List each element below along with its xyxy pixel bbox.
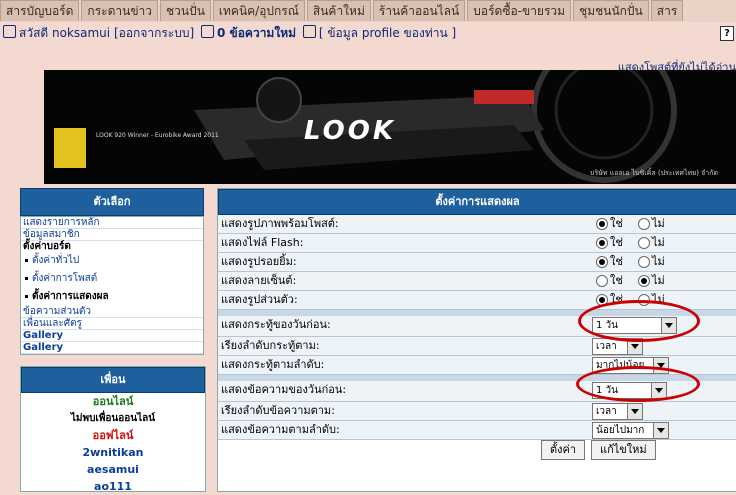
chevron-down-icon (627, 404, 642, 419)
sidebar-item-private-messages[interactable]: ข้อความส่วนตัว (21, 306, 203, 318)
sidebar-title: ตัวเลือก (20, 188, 204, 216)
radio-no[interactable] (638, 237, 650, 249)
tab-tech-equipment[interactable]: เทคนิค/อุปกรณ์ (212, 0, 305, 21)
sidebar-item-posting[interactable]: ตั้งค่าการโพสต์ (21, 270, 203, 288)
setting-row: แสดงไฟล์ Flash: ใช่ ไม่ (218, 234, 736, 253)
setting-label: แสดงข้อความของวันก่อน: (221, 383, 347, 396)
chevron-down-icon (653, 423, 668, 438)
logout-link[interactable]: [ออกจากระบบ] (114, 26, 194, 40)
annotation-circle (578, 300, 700, 342)
tab-news[interactable]: กระดานข่าว (81, 0, 158, 21)
setting-row: แสดงข้อความตามลำดับ: น้อยไปมาก (218, 421, 736, 440)
select-value: เวลา (596, 406, 617, 417)
tab-online-shops[interactable]: ร้านค้าออนไลน์ (372, 0, 466, 21)
radio-yes[interactable] (596, 218, 608, 230)
bullet-icon (25, 258, 28, 262)
user-icon (3, 25, 16, 38)
setting-label: แสดงกระทู้ของวันก่อน: (221, 318, 331, 331)
friends-panel: เพื่อน ออนไลน์ ไม่พบเพื่อนออนไลน์ ออฟไลน… (20, 366, 206, 495)
sidebar-item-member-info[interactable]: ข้อมูลสมาชิก (21, 229, 203, 241)
sidebar-item-label: ตั้งค่าการโพสต์ (32, 273, 98, 284)
post-order-select[interactable]: น้อยไปมาก (592, 422, 669, 439)
sidebar-item-label: ตั้งค่าการแสดงผล (32, 291, 109, 302)
setting-label: แสดงรูปภาพพร้อมโพสต์: (221, 217, 339, 230)
radio-no-label: ไม่ (652, 236, 665, 249)
submit-button[interactable]: ตั้งค่า (541, 440, 586, 460)
setting-label: แสดงกระทู้ตามลำดับ: (221, 358, 325, 371)
setting-row: แสดงรูปรอยยิ้ม: ใช่ ไม่ (218, 253, 736, 272)
radio-no[interactable] (638, 256, 650, 268)
setting-label: แสดงรูปส่วนตัว: (221, 293, 298, 306)
no-friends-online: ไม่พบเพื่อนออนไลน์ (70, 413, 156, 424)
sidebar-item-label: ตั้งค่าทั่วไป (32, 255, 80, 266)
setting-label: แสดงลายเซ็นต์: (221, 274, 297, 287)
setting-row: แสดงรูปภาพพร้อมโพสต์: ใช่ ไม่ (218, 215, 736, 234)
tab-community[interactable]: ชุมชนนักปั่น (573, 0, 649, 21)
options-sidebar: ตัวเลือก แสดงรายการหลัก ข้อมูลสมาชิก ตั้… (20, 188, 204, 355)
bullet-icon (25, 294, 28, 298)
select-value: น้อยไปมาก (596, 425, 645, 436)
friend-link[interactable]: 2wnitikan (21, 444, 205, 461)
tab-ride-invite[interactable]: ชวนปั่น (160, 0, 211, 21)
friend-link[interactable]: aesamui (21, 461, 205, 478)
friend-link[interactable]: ao111 (21, 478, 205, 495)
radio-yes[interactable] (596, 275, 608, 287)
setting-label: เรียงลำดับกระทู้ตาม: (221, 339, 320, 352)
sidebar-item-display[interactable]: ตั้งค่าการแสดงผล (21, 288, 203, 306)
main-nav-tabs: สารบัญบอร์ด กระดานข่าว ชวนปั่น เทคนิค/อุปกร… (0, 0, 736, 22)
radio-yes-label: ใช่ (610, 255, 623, 268)
sidebar-item-gallery[interactable]: Gallery (21, 330, 203, 342)
greeting-text: สวัสดี noksamui (19, 26, 111, 40)
setting-label: แสดงไฟล์ Flash: (221, 236, 304, 249)
post-sort-select[interactable]: เวลา (592, 403, 643, 420)
sidebar-item-main-list[interactable]: แสดงรายการหลัก (21, 217, 203, 229)
radio-yes[interactable] (596, 237, 608, 249)
radio-yes-label: ใช่ (610, 274, 623, 287)
sidebar-item-gallery-2[interactable]: Gallery (21, 342, 203, 354)
bullet-icon (25, 276, 28, 280)
panel-title: ตั้งค่าการแสดงผล (218, 189, 736, 215)
tab-new-products[interactable]: สินค้าใหม่ (306, 0, 371, 21)
radio-yes[interactable] (596, 256, 608, 268)
select-value: เวลา (596, 341, 617, 352)
radio-yes-label: ใช่ (610, 217, 623, 230)
radio-no[interactable] (638, 275, 650, 287)
sidebar-board-settings: ตั้งค่าบอร์ด (23, 241, 71, 252)
annotation-circle (576, 366, 700, 402)
profile-icon (302, 25, 316, 38)
user-bar: สวัสดี noksamui [ออกจากระบบ] 0 ข้อความให… (0, 24, 736, 42)
setting-row: เรียงลำดับข้อความตาม: เวลา (218, 402, 736, 421)
tab-marketplace[interactable]: บอร์ดซื้อ-ขายรวม (467, 0, 572, 21)
radio-no-label: ไม่ (652, 255, 665, 268)
profile-link[interactable]: [ ข้อมูล profile ของท่าน ] (319, 26, 456, 40)
setting-label: แสดงรูปรอยยิ้ม: (221, 255, 297, 268)
tab-board-index[interactable]: สารบัญบอร์ด (0, 0, 80, 21)
radio-no-label: ไม่ (652, 274, 665, 287)
setting-label: แสดงข้อความตามลำดับ: (221, 423, 340, 436)
award-badge (54, 128, 86, 168)
radio-yes-label: ใช่ (610, 236, 623, 249)
online-label: ออนไลน์ (92, 395, 134, 408)
sidebar-item-general[interactable]: ตั้งค่าทั่วไป (21, 252, 203, 270)
sponsor-banner[interactable]: LOOK 920 Winner - Eurobike Award 2011 LO… (44, 70, 736, 184)
look-logo: LOOK (304, 116, 396, 146)
radio-no-label: ไม่ (652, 217, 665, 230)
setting-row: แสดงลายเซ็นต์: ใช่ ไม่ (218, 272, 736, 291)
message-icon (200, 25, 214, 38)
banner-credit: บริษัท แอลเอ ไบซิเคิ้ล (ประเทศไทย) จำกัด (590, 169, 718, 177)
friends-title: เพื่อน (21, 367, 205, 393)
reset-button[interactable]: แก้ไขใหม่ (591, 440, 656, 460)
help-icon[interactable]: ? (720, 26, 734, 41)
offline-label: ออฟไลน์ (92, 429, 134, 442)
new-messages-link[interactable]: 0 ข้อความใหม่ (217, 26, 296, 40)
setting-label: เรียงลำดับข้อความตาม: (221, 404, 335, 417)
award-text: LOOK 920 Winner - Eurobike Award 2011 (96, 132, 219, 139)
sidebar-item-friends-foes[interactable]: เพื่อนและศัตรู (21, 318, 203, 330)
tab-more[interactable]: สาร (650, 0, 684, 21)
radio-no[interactable] (638, 218, 650, 230)
